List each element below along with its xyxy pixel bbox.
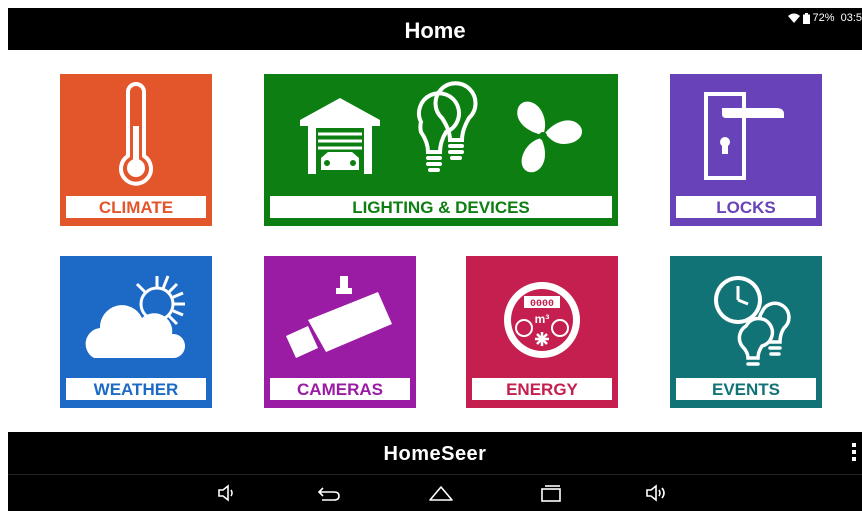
- recents-icon[interactable]: [538, 482, 564, 504]
- door-handle-lock-icon: [704, 92, 784, 180]
- tile-energy[interactable]: 0000 m³ ENERGY: [466, 256, 618, 408]
- volume-down-icon[interactable]: [214, 482, 240, 504]
- security-camera-icon: [286, 276, 392, 358]
- volume-up-icon[interactable]: [644, 482, 670, 504]
- tile-label: WEATHER: [66, 378, 206, 400]
- fan-icon: [517, 101, 583, 173]
- tile-label: ENERGY: [472, 378, 612, 400]
- back-icon[interactable]: [316, 482, 342, 504]
- system-nav-bar: [8, 474, 862, 511]
- meter-digits: 0000: [530, 299, 554, 310]
- garage-bulbs-fan-icon: [300, 81, 583, 174]
- utility-meter-icon: 0000 m³: [504, 282, 580, 358]
- tile-lighting-devices[interactable]: LIGHTING & DEVICES: [264, 74, 618, 226]
- tile-label: LIGHTING & DEVICES: [270, 196, 612, 218]
- tile-events[interactable]: EVENTS: [670, 256, 822, 408]
- tile-locks[interactable]: LOCKS: [670, 74, 822, 226]
- battery-icon: [802, 12, 810, 24]
- tile-label: CLIMATE: [66, 196, 206, 218]
- homeseer-logo: HomeSeer: [383, 443, 487, 465]
- brand-bar: HomeSeer: [8, 432, 862, 474]
- tile-label: EVENTS: [676, 378, 816, 400]
- status-bar: 72% 03:5: [787, 8, 862, 28]
- tile-label: LOCKS: [676, 196, 816, 218]
- tile-label: CAMERAS: [270, 378, 410, 400]
- tile-climate[interactable]: CLIMATE: [60, 74, 212, 226]
- clock-bulbs-icon: [714, 276, 791, 366]
- wifi-icon: [787, 13, 800, 23]
- tile-cameras[interactable]: CAMERAS: [264, 256, 416, 408]
- home-icon[interactable]: [428, 482, 454, 504]
- clock: 03:5: [840, 12, 862, 24]
- light-bulbs-icon: [417, 81, 478, 172]
- tile-weather[interactable]: WEATHER: [60, 256, 212, 408]
- meter-unit: m³: [535, 312, 550, 326]
- thermometer-icon: [119, 82, 153, 186]
- title-bar: Home 72% 03:5: [8, 8, 862, 50]
- garage-icon: [300, 98, 380, 174]
- sun-cloud-icon: [85, 275, 186, 358]
- battery-level: 72%: [812, 12, 835, 24]
- overflow-menu-icon[interactable]: [852, 443, 856, 463]
- page-title: Home: [404, 18, 466, 43]
